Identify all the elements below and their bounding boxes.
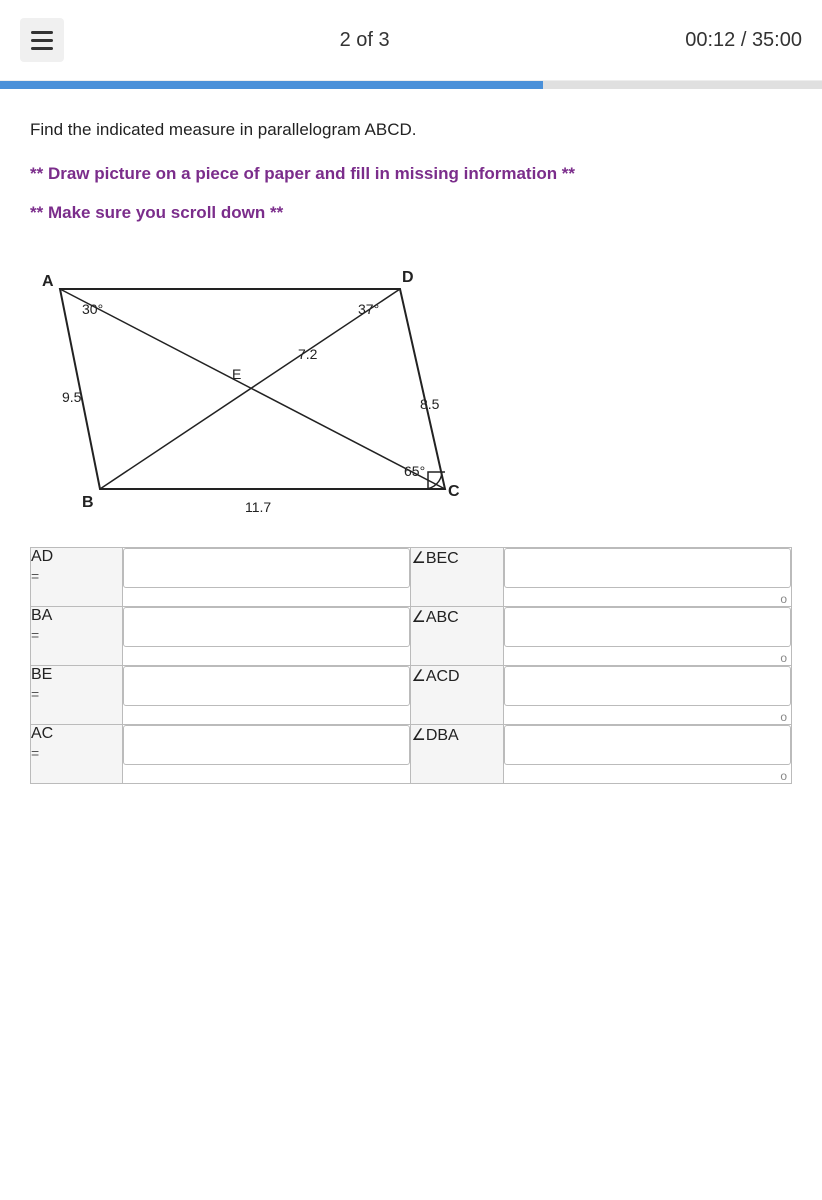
angle-C-label: 65° bbox=[404, 463, 425, 479]
angle-D-label: 37° bbox=[358, 301, 379, 317]
cell-input-BE bbox=[123, 665, 411, 724]
instruction-scroll: ** Make sure you scroll down ** bbox=[30, 200, 792, 226]
cell-label-ACD: ∠ACD bbox=[411, 665, 503, 724]
cell-label-AC: AC = bbox=[31, 724, 123, 783]
parallelogram-diagram: A D C B E 30° 37° 9.5 7.2 8.5 65° 11.7 bbox=[30, 254, 480, 514]
side-ED-label: 7.2 bbox=[298, 346, 318, 362]
cell-label-DBA: ∠DBA bbox=[411, 724, 503, 783]
cell-input-ACD: o bbox=[503, 665, 791, 724]
header: 2 of 3 00:12 / 35:00 bbox=[0, 0, 822, 81]
cell-input-AD bbox=[123, 547, 411, 606]
menu-icon-line1 bbox=[31, 31, 53, 34]
menu-button[interactable] bbox=[20, 18, 64, 62]
cell-label-ABC: ∠ABC bbox=[411, 606, 503, 665]
instruction-draw: ** Draw picture on a piece of paper and … bbox=[30, 161, 792, 187]
input-BA[interactable] bbox=[123, 607, 410, 647]
vertex-C: C bbox=[448, 483, 460, 500]
angle-A-label: 30° bbox=[82, 301, 103, 317]
diagram-container: A D C B E 30° 37° 9.5 7.2 8.5 65° 11.7 bbox=[30, 254, 792, 519]
input-ABC[interactable] bbox=[504, 607, 791, 647]
progress-text: 2 of 3 bbox=[64, 29, 665, 52]
cell-label-BA: BA = bbox=[31, 606, 123, 665]
menu-icon-line3 bbox=[31, 47, 53, 50]
table-row: AC = ∠DBA o bbox=[31, 724, 792, 783]
side-partial-label: 8.5 bbox=[420, 396, 440, 412]
cell-input-DBA: o bbox=[503, 724, 791, 783]
cell-label-BE: BE = bbox=[31, 665, 123, 724]
table-row: BE = ∠ACD o bbox=[31, 665, 792, 724]
input-ACD[interactable] bbox=[504, 666, 791, 706]
answer-table: AD = ∠BEC o BA = bbox=[30, 547, 792, 784]
input-BEC[interactable] bbox=[504, 548, 791, 588]
question-text: Find the indicated measure in parallelog… bbox=[30, 117, 792, 143]
table-row: AD = ∠BEC o bbox=[31, 547, 792, 606]
side-AB-label: 9.5 bbox=[62, 389, 82, 405]
vertex-E: E bbox=[232, 366, 241, 382]
menu-icon-line2 bbox=[31, 39, 53, 42]
input-BE[interactable] bbox=[123, 666, 410, 706]
main-content: Find the indicated measure in parallelog… bbox=[0, 89, 822, 814]
input-AD[interactable] bbox=[123, 548, 410, 588]
cell-input-BEC: o bbox=[503, 547, 791, 606]
cell-label-BEC: ∠BEC bbox=[411, 547, 503, 606]
vertex-A: A bbox=[42, 273, 54, 290]
side-BC-label: 11.7 bbox=[245, 499, 271, 514]
progress-bar-container bbox=[0, 81, 822, 89]
input-DBA[interactable] bbox=[504, 725, 791, 765]
vertex-B: B bbox=[82, 494, 94, 511]
cell-input-ABC: o bbox=[503, 606, 791, 665]
progress-bar-fill bbox=[0, 81, 543, 89]
table-row: BA = ∠ABC o bbox=[31, 606, 792, 665]
cell-label-AD: AD = bbox=[31, 547, 123, 606]
cell-input-AC bbox=[123, 724, 411, 783]
input-AC[interactable] bbox=[123, 725, 410, 765]
timer-text: 00:12 / 35:00 bbox=[685, 29, 802, 52]
vertex-D: D bbox=[402, 269, 414, 286]
cell-input-BA bbox=[123, 606, 411, 665]
